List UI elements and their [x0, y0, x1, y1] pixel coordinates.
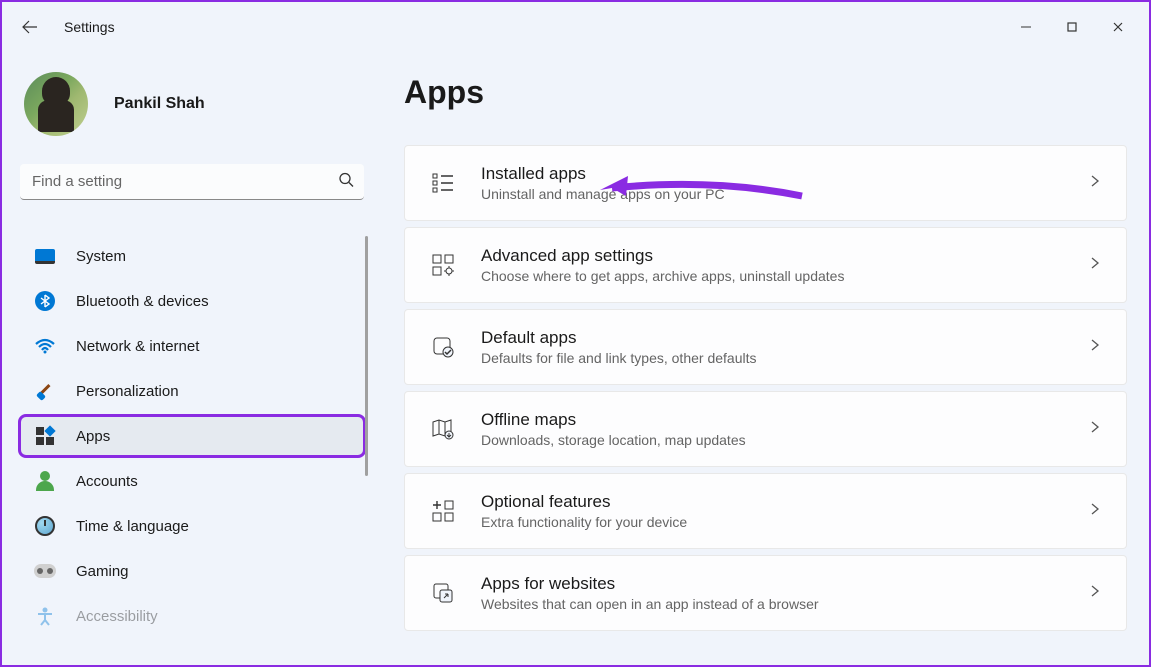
network-icon — [34, 335, 56, 357]
sidebar-item-label: Personalization — [76, 383, 179, 400]
minimize-icon — [1020, 21, 1032, 33]
sidebar-item-apps[interactable]: Apps — [20, 416, 364, 456]
sidebar-item-label: Accounts — [76, 473, 138, 490]
chevron-right-icon — [1088, 420, 1102, 439]
minimize-button[interactable] — [1003, 7, 1049, 47]
user-name: Pankil Shah — [114, 95, 205, 113]
sidebar-item-label: Bluetooth & devices — [76, 293, 209, 310]
apps-icon — [34, 425, 56, 447]
close-button[interactable] — [1095, 7, 1141, 47]
search-icon — [338, 172, 354, 193]
card-optional-features[interactable]: Optional features Extra functionality fo… — [404, 473, 1127, 549]
card-title: Optional features — [481, 492, 1088, 512]
card-title: Offline maps — [481, 410, 1088, 430]
main-content: Apps Installed apps Uninstall and manage… — [382, 52, 1149, 665]
sidebar-item-accounts[interactable]: Accounts — [20, 461, 364, 501]
card-offline-maps[interactable]: Offline maps Downloads, storage location… — [404, 391, 1127, 467]
time-icon — [34, 515, 56, 537]
chevron-right-icon — [1088, 584, 1102, 603]
chevron-right-icon — [1088, 338, 1102, 357]
sidebar: Pankil Shah System Bluetooth & devices — [2, 52, 382, 665]
sidebar-item-label: Time & language — [76, 518, 189, 535]
window-title: Settings — [64, 19, 115, 35]
card-title: Default apps — [481, 328, 1088, 348]
avatar — [24, 72, 88, 136]
page-title: Apps — [404, 74, 1127, 111]
gear-grid-icon — [429, 251, 457, 279]
sidebar-item-accessibility[interactable]: Accessibility — [20, 596, 364, 636]
card-desc: Uninstall and manage apps on your PC — [481, 186, 1088, 202]
card-desc: Extra functionality for your device — [481, 514, 1088, 530]
list-icon — [429, 169, 457, 197]
maximize-icon — [1066, 21, 1078, 33]
map-icon — [429, 415, 457, 443]
sidebar-item-bluetooth[interactable]: Bluetooth & devices — [20, 281, 364, 321]
sidebar-item-system[interactable]: System — [20, 236, 364, 276]
brush-icon — [34, 380, 56, 402]
sidebar-item-label: Accessibility — [76, 608, 158, 625]
plus-grid-icon — [429, 497, 457, 525]
card-desc: Choose where to get apps, archive apps, … — [481, 268, 1088, 284]
link-app-icon — [429, 579, 457, 607]
card-default-apps[interactable]: Default apps Defaults for file and link … — [404, 309, 1127, 385]
chevron-right-icon — [1088, 174, 1102, 193]
sidebar-item-network[interactable]: Network & internet — [20, 326, 364, 366]
card-installed-apps[interactable]: Installed apps Uninstall and manage apps… — [404, 145, 1127, 221]
card-title: Apps for websites — [481, 574, 1088, 594]
window-controls — [1003, 7, 1141, 47]
nav: System Bluetooth & devices Network & int… — [20, 236, 382, 636]
back-button[interactable] — [10, 7, 50, 47]
card-title: Installed apps — [481, 164, 1088, 184]
card-desc: Defaults for file and link types, other … — [481, 350, 1088, 366]
maximize-button[interactable] — [1049, 7, 1095, 47]
sidebar-item-time[interactable]: Time & language — [20, 506, 364, 546]
titlebar: Settings — [2, 2, 1149, 52]
sidebar-item-label: System — [76, 248, 126, 265]
system-icon — [34, 245, 56, 267]
card-desc: Downloads, storage location, map updates — [481, 432, 1088, 448]
sidebar-item-gaming[interactable]: Gaming — [20, 551, 364, 591]
sidebar-item-label: Apps — [76, 428, 110, 445]
card-title: Advanced app settings — [481, 246, 1088, 266]
sidebar-item-label: Gaming — [76, 563, 129, 580]
default-apps-icon — [429, 333, 457, 361]
accounts-icon — [34, 470, 56, 492]
scroll-indicator[interactable] — [365, 236, 368, 476]
chevron-right-icon — [1088, 256, 1102, 275]
gaming-icon — [34, 560, 56, 582]
search-input[interactable] — [20, 164, 364, 200]
bluetooth-icon — [34, 290, 56, 312]
card-advanced-settings[interactable]: Advanced app settings Choose where to ge… — [404, 227, 1127, 303]
accessibility-icon — [34, 605, 56, 627]
sidebar-item-label: Network & internet — [76, 338, 199, 355]
chevron-right-icon — [1088, 502, 1102, 521]
sidebar-item-personalization[interactable]: Personalization — [20, 371, 364, 411]
user-profile[interactable]: Pankil Shah — [20, 72, 382, 136]
back-arrow-icon — [22, 19, 38, 35]
search-box — [20, 164, 364, 200]
card-desc: Websites that can open in an app instead… — [481, 596, 1088, 612]
card-apps-for-websites[interactable]: Apps for websites Websites that can open… — [404, 555, 1127, 631]
close-icon — [1112, 21, 1124, 33]
